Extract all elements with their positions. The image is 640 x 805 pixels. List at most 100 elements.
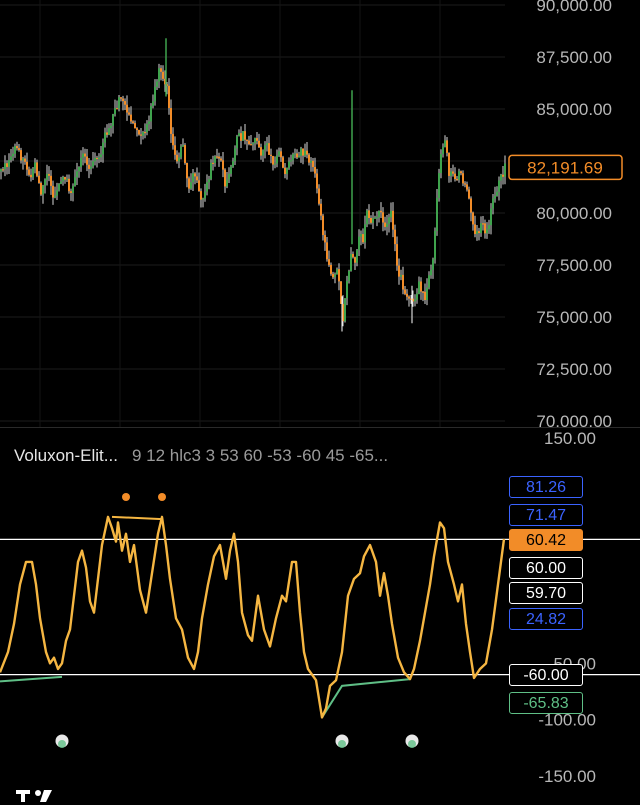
candle-body xyxy=(116,108,118,110)
bullish-divergence-line xyxy=(0,675,63,683)
candle-body xyxy=(334,274,336,278)
candle-body xyxy=(168,85,170,109)
candle-body xyxy=(408,296,410,299)
candle-body xyxy=(174,145,176,155)
candle-body xyxy=(350,253,352,271)
candle-body xyxy=(384,222,386,227)
candle-body xyxy=(36,162,38,176)
candle-body xyxy=(132,121,134,124)
candle-body xyxy=(440,154,442,174)
candle-body xyxy=(414,299,416,302)
candle-body xyxy=(62,177,64,182)
oscillator-value-tag: 81.26 xyxy=(509,476,583,498)
candle-body xyxy=(260,147,262,156)
candle-body xyxy=(172,133,174,146)
candle-body xyxy=(130,114,132,122)
candle-body xyxy=(100,154,102,158)
candle-body xyxy=(296,153,298,158)
candle-body xyxy=(242,131,244,141)
candle-body xyxy=(120,97,122,99)
candle-body xyxy=(216,156,218,158)
candle-body xyxy=(162,71,164,79)
candle-body xyxy=(46,173,48,180)
candle-body xyxy=(202,198,204,200)
price-axis-tick: 77,500.00 xyxy=(536,256,612,275)
candle-body xyxy=(436,198,438,231)
candle-body xyxy=(292,154,294,161)
candle-body xyxy=(142,131,144,136)
candle-body xyxy=(452,171,454,174)
candle-body xyxy=(282,157,284,168)
candle-body xyxy=(358,236,360,251)
candle-body xyxy=(52,185,54,198)
candle-body xyxy=(250,144,252,146)
candle-body xyxy=(152,101,154,106)
candle-body xyxy=(328,259,330,265)
candle-body xyxy=(188,178,190,189)
candle-body xyxy=(6,163,8,167)
candle-body xyxy=(180,146,182,158)
candle-body xyxy=(290,160,292,162)
candle-body xyxy=(490,208,492,226)
candle-body xyxy=(150,105,152,122)
candle-body xyxy=(262,150,264,156)
candle-body xyxy=(32,168,34,178)
candle-body xyxy=(60,181,62,184)
candle-body xyxy=(88,164,90,169)
price-chart-pane[interactable]: 90,000.0087,500.0085,000.0082,500.0080,0… xyxy=(0,0,640,431)
candle-body xyxy=(28,169,30,175)
candle-body xyxy=(298,155,300,158)
candle-body xyxy=(70,191,72,193)
candle-body xyxy=(126,104,128,113)
indicator-header[interactable]: Voluxon-Elit... 9 12 hlc3 3 53 60 -53 -60… xyxy=(14,446,388,466)
candle-body xyxy=(50,175,52,186)
candle-body xyxy=(346,280,348,299)
candle-body xyxy=(148,121,150,124)
candle-body xyxy=(470,198,472,213)
candle-body xyxy=(278,151,280,156)
candle-body xyxy=(192,173,194,183)
candle-body xyxy=(98,157,100,160)
candle-body xyxy=(460,171,462,174)
candle-body xyxy=(376,217,378,219)
oscillator-value-tag: -65.83 xyxy=(509,692,583,714)
candle-body xyxy=(0,169,2,172)
candle-body xyxy=(122,98,124,102)
candle-body xyxy=(224,169,226,187)
candle-body xyxy=(330,264,332,274)
oscillator-value-tag: -60.00 xyxy=(509,664,583,686)
candle-body xyxy=(302,148,304,156)
candle-body xyxy=(338,269,340,282)
candle-body xyxy=(18,148,20,151)
candle-body xyxy=(198,180,200,192)
candle-body xyxy=(462,173,464,184)
candle-body xyxy=(232,161,234,167)
candle-body xyxy=(396,244,398,266)
candle-body xyxy=(332,273,334,278)
candle-body xyxy=(294,153,296,155)
candle-body xyxy=(38,175,40,183)
candle-body xyxy=(246,139,248,141)
candle-body xyxy=(74,177,76,186)
candle-body xyxy=(406,293,408,297)
candle-body xyxy=(416,293,418,300)
candle-body xyxy=(78,166,80,172)
price-axis-tick: 72,500.00 xyxy=(536,360,612,379)
candle-body xyxy=(274,163,276,165)
candle-body xyxy=(128,112,130,115)
candle-body xyxy=(270,154,272,157)
candle-body xyxy=(486,229,488,234)
candle-body xyxy=(236,136,238,149)
overbought-marker-dot xyxy=(122,493,130,501)
candle-body xyxy=(68,178,70,192)
signal-marker-dot-inner xyxy=(338,740,346,748)
bullish-divergence-line xyxy=(321,678,411,718)
price-axis-tick: 85,000.00 xyxy=(536,100,612,119)
price-chart[interactable]: 90,000.0087,500.0085,000.0082,500.0080,0… xyxy=(0,0,640,431)
candle-body xyxy=(428,275,430,288)
candle-body xyxy=(212,162,214,164)
candle-body xyxy=(4,163,6,170)
candle-body xyxy=(392,210,394,230)
candle-body xyxy=(156,81,158,87)
candle-body xyxy=(284,167,286,174)
